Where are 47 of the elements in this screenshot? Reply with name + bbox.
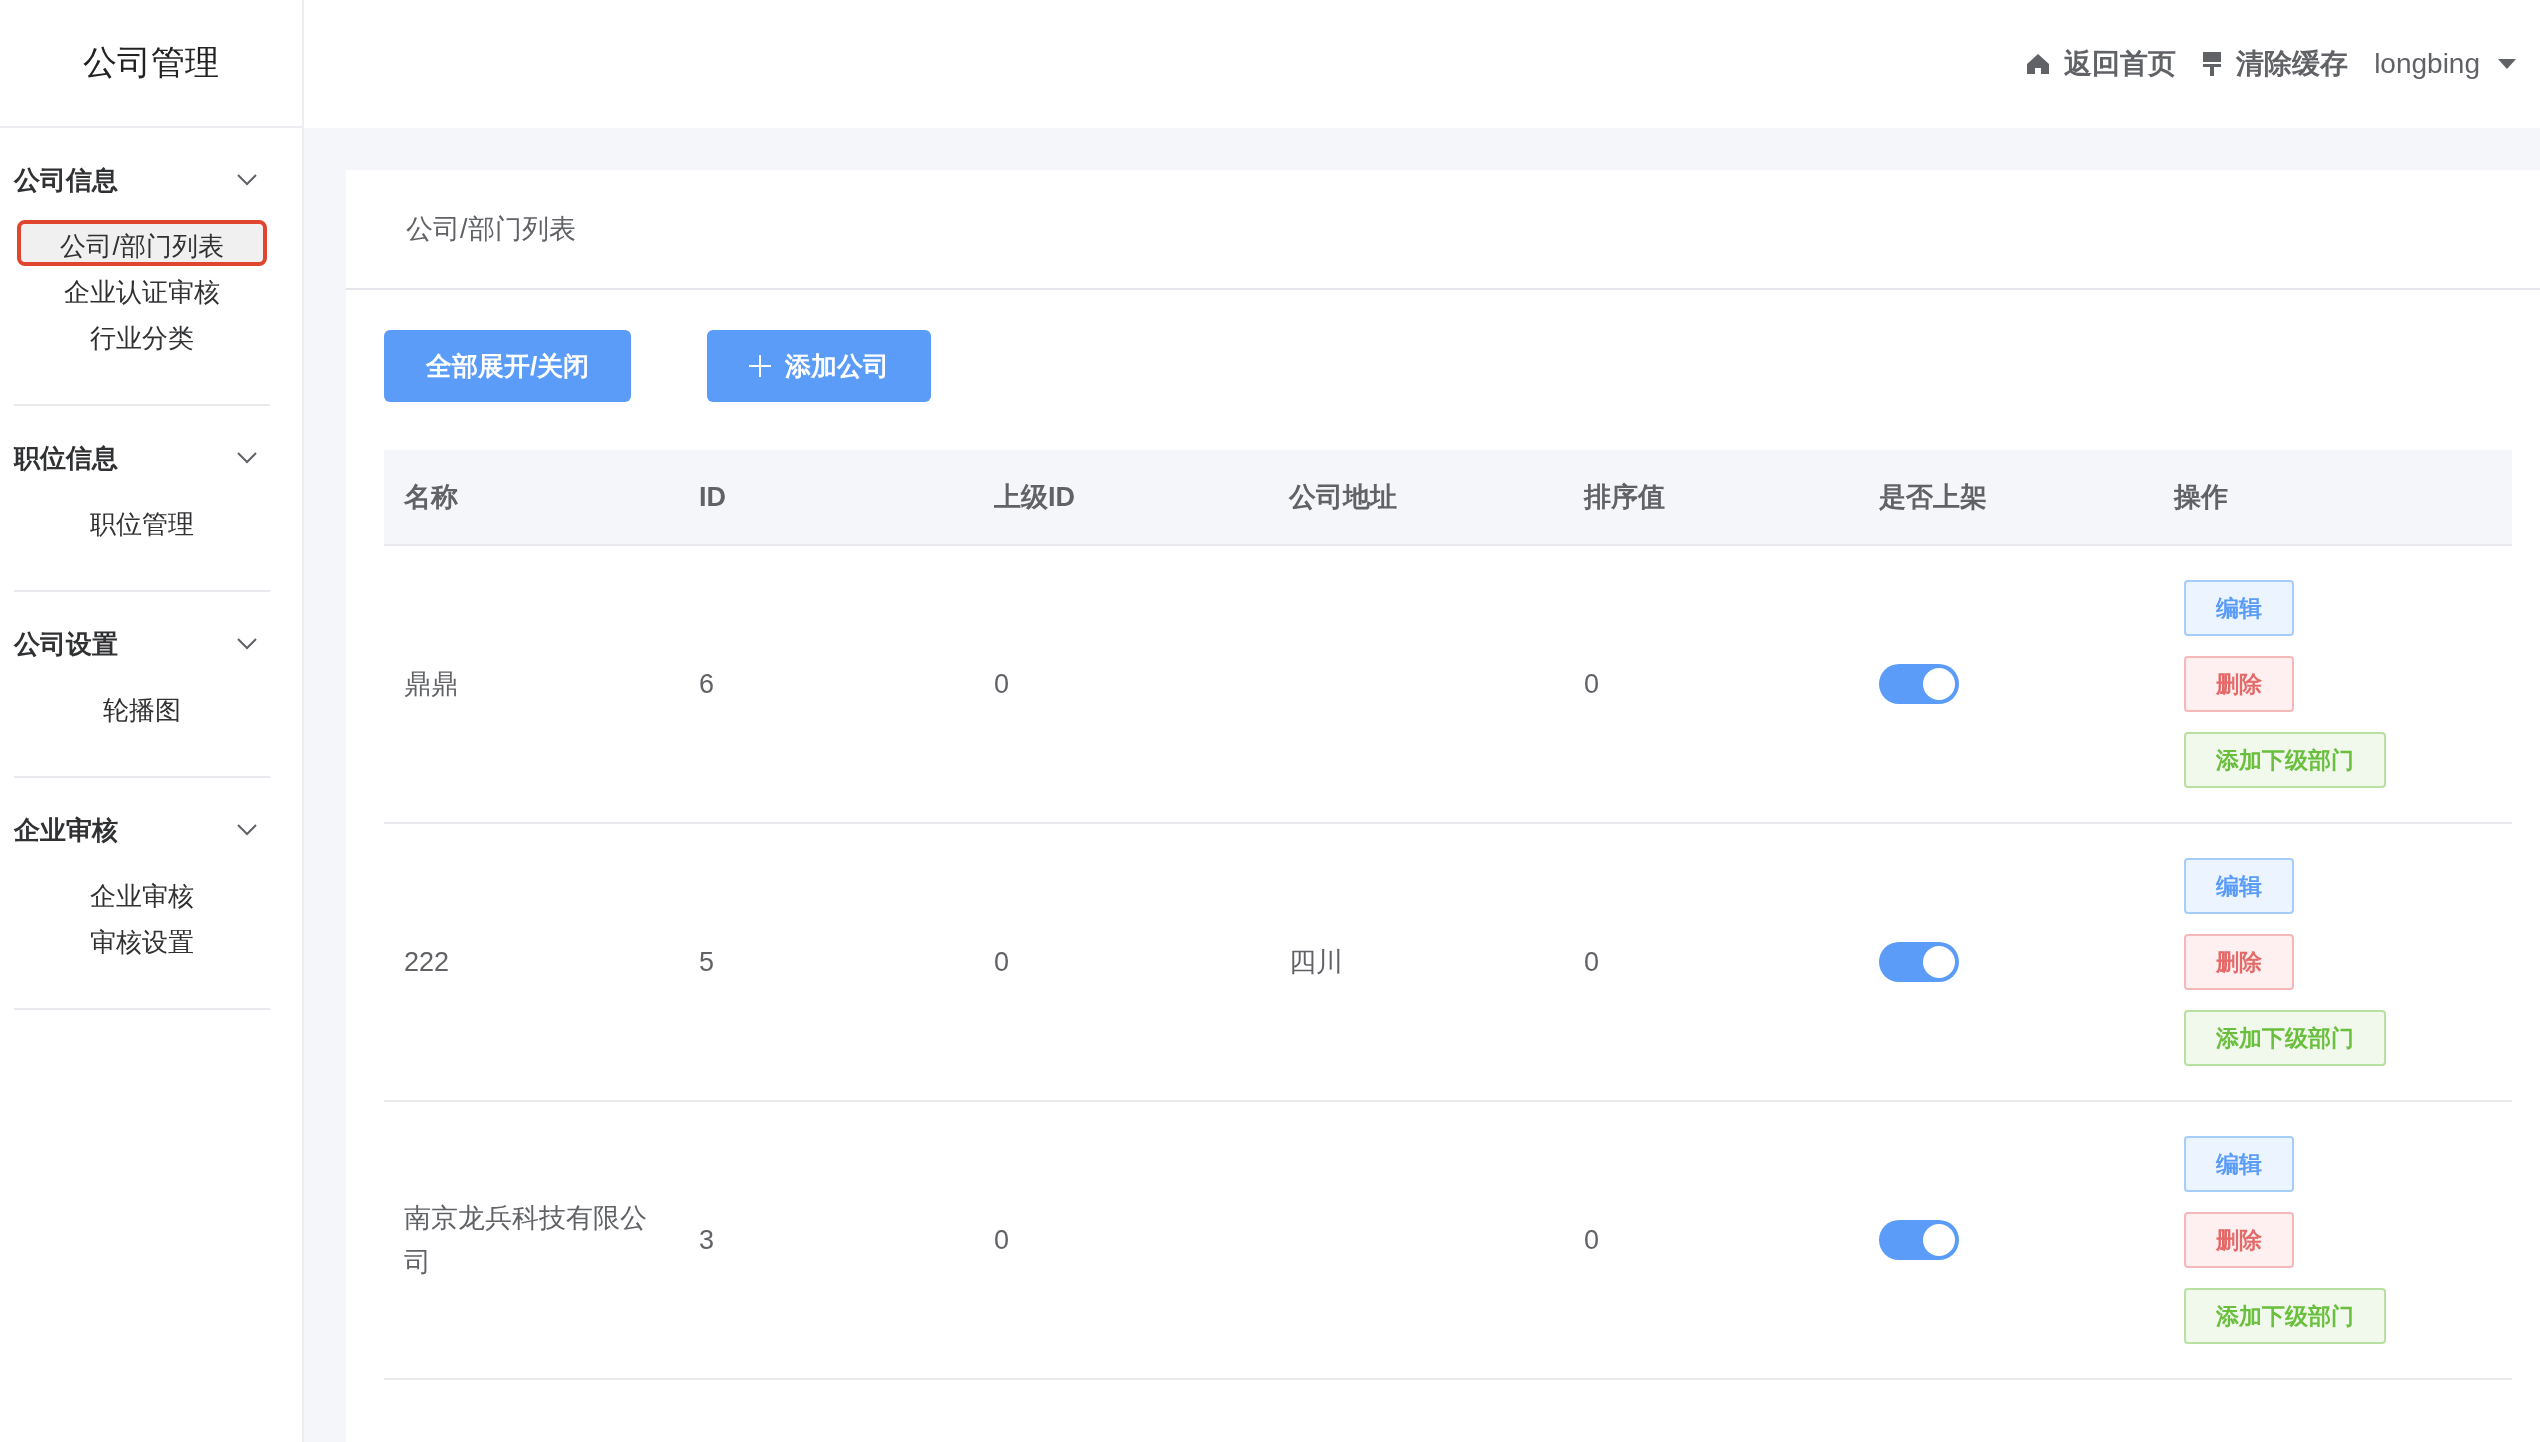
- toggle-switch[interactable]: [1879, 1220, 1959, 1260]
- table-cell-text: 鼎鼎: [403, 668, 459, 701]
- column-header: 排序值: [1582, 481, 1666, 514]
- user-menu[interactable]: longbing: [2374, 48, 2516, 80]
- chevron-icon[interactable]: [236, 637, 258, 651]
- column-header: 操作: [2172, 481, 2229, 514]
- table-cell-text: 0: [993, 1224, 1011, 1257]
- table-cell-text: 0: [1583, 1224, 1601, 1257]
- table-cell-text: 0: [1583, 946, 1601, 979]
- menu-group-title[interactable]: 公司设置: [14, 626, 118, 662]
- toggle-switch[interactable]: [1879, 664, 1959, 704]
- table-cell-text: 0: [993, 668, 1011, 701]
- plus-icon: [749, 355, 772, 377]
- menu-item[interactable]: 公司/部门列表: [17, 220, 267, 266]
- chevron-icon[interactable]: [236, 451, 258, 465]
- column-header: 名称: [403, 481, 459, 514]
- menu-group-title[interactable]: 公司信息: [14, 162, 118, 198]
- home-link[interactable]: 返回首页: [2026, 45, 2177, 83]
- chevron-icon[interactable]: [236, 823, 258, 837]
- menu-group-title[interactable]: 职位信息: [14, 440, 118, 476]
- table-cell-text: 四川: [1288, 946, 1344, 979]
- menu-item[interactable]: 职位管理: [86, 498, 198, 544]
- column-header: 公司地址: [1287, 481, 1398, 514]
- brush-icon: [2202, 51, 2223, 77]
- table-cell-text: 222: [403, 946, 451, 979]
- menu-item[interactable]: 企业审核: [86, 870, 198, 916]
- table-cell-text: 5: [698, 946, 716, 979]
- table-cell-text: 0: [1583, 668, 1601, 701]
- table-cell-text: 0: [993, 946, 1011, 979]
- menu-item[interactable]: 审核设置: [86, 916, 198, 962]
- page-title: 公司/部门列表: [346, 170, 2540, 290]
- chevron-icon[interactable]: [236, 173, 258, 187]
- home-icon: [2026, 52, 2051, 76]
- menu-item[interactable]: 企业认证审核: [60, 266, 224, 312]
- toggle-switch[interactable]: [1879, 942, 1959, 982]
- caret-icon: [2498, 59, 2516, 69]
- menu-item[interactable]: 行业分类: [86, 312, 198, 358]
- column-header: 上级ID: [993, 481, 1076, 514]
- table-cell-text: 6: [698, 668, 716, 701]
- sidebar-title: 公司管理: [0, 0, 302, 128]
- clear-cache-link[interactable]: 清除缓存: [2202, 45, 2349, 83]
- menu-item[interactable]: 轮播图: [99, 684, 185, 730]
- table-cell-text: 南京龙兵科技有限公司: [403, 1202, 648, 1279]
- table-cell-text: 3: [698, 1224, 716, 1257]
- menu-group-title[interactable]: 企业审核: [14, 812, 118, 848]
- column-header: 是否上架: [1878, 481, 1988, 514]
- column-header: ID: [698, 481, 727, 513]
